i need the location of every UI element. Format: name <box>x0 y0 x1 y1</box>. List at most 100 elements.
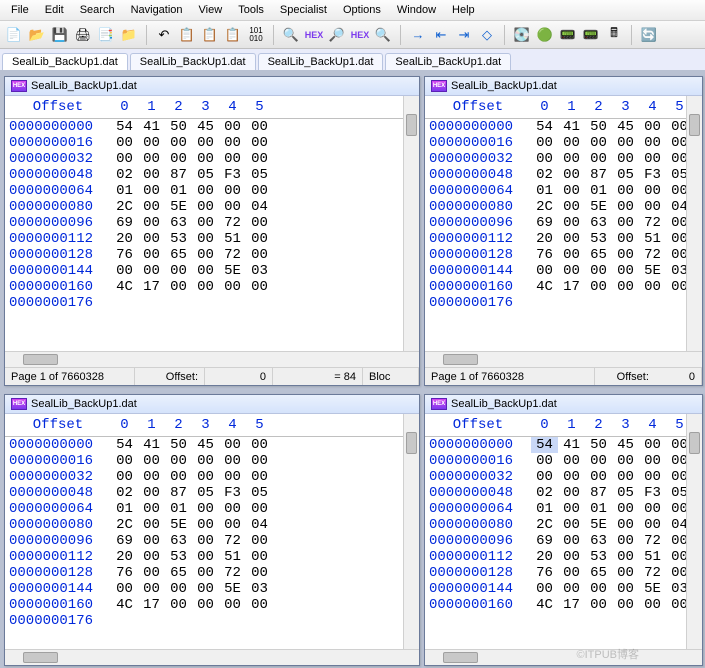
byte-cell[interactable] <box>192 295 219 311</box>
open-icon[interactable]: 📂 <box>27 25 47 45</box>
byte-cell[interactable]: 00 <box>612 231 639 247</box>
byte-cell[interactable]: 51 <box>639 231 666 247</box>
offset-cell[interactable]: 0000000048 <box>425 167 531 183</box>
offset-cell[interactable]: 0000000032 <box>425 469 531 485</box>
hex-row[interactable]: 0000000144000000005E03 <box>425 263 702 279</box>
scrollbar-thumb[interactable] <box>443 652 478 663</box>
byte-cell[interactable]: 00 <box>138 263 165 279</box>
byte-cell[interactable]: 01 <box>111 501 138 517</box>
byte-cell[interactable]: 00 <box>585 263 612 279</box>
byte-cell[interactable]: 00 <box>246 453 273 469</box>
byte-cell[interactable]: 00 <box>246 565 273 581</box>
byte-cell[interactable]: 00 <box>138 199 165 215</box>
save-icon[interactable]: 💾 <box>50 25 70 45</box>
byte-cell[interactable]: 51 <box>219 231 246 247</box>
paste-icon[interactable]: 📋 <box>223 25 243 45</box>
offset-cell[interactable]: 0000000128 <box>5 247 111 263</box>
byte-cell[interactable]: 00 <box>558 247 585 263</box>
byte-cell[interactable]: 00 <box>138 533 165 549</box>
byte-cell[interactable]: 00 <box>165 597 192 613</box>
byte-cell[interactable]: 76 <box>111 247 138 263</box>
offset-cell[interactable]: 0000000032 <box>5 469 111 485</box>
byte-cell[interactable]: 5E <box>585 517 612 533</box>
byte-cell[interactable] <box>639 295 666 311</box>
byte-cell[interactable]: 00 <box>138 135 165 151</box>
byte-cell[interactable] <box>246 613 273 629</box>
byte-cell[interactable]: 00 <box>219 183 246 199</box>
byte-cell[interactable] <box>165 613 192 629</box>
byte-cell[interactable] <box>219 295 246 311</box>
scrollbar-thumb[interactable] <box>23 652 58 663</box>
byte-cell[interactable]: 00 <box>138 231 165 247</box>
byte-cell[interactable]: 00 <box>192 247 219 263</box>
byte-cell[interactable]: 00 <box>558 549 585 565</box>
byte-cell[interactable]: 65 <box>585 565 612 581</box>
byte-cell[interactable]: 5E <box>165 517 192 533</box>
byte-cell[interactable]: 5E <box>639 263 666 279</box>
offset-cell[interactable]: 0000000128 <box>5 565 111 581</box>
byte-cell[interactable]: 00 <box>165 263 192 279</box>
hex-row[interactable]: 0000000112200053005100 <box>5 549 419 565</box>
menu-options[interactable]: Options <box>336 2 388 18</box>
byte-cell[interactable]: 05 <box>612 485 639 501</box>
byte-cell[interactable]: 63 <box>585 533 612 549</box>
menu-help[interactable]: Help <box>445 2 482 18</box>
byte-cell[interactable]: 00 <box>531 151 558 167</box>
byte-cell[interactable]: 00 <box>612 533 639 549</box>
byte-cell[interactable]: 00 <box>612 501 639 517</box>
byte-cell[interactable]: 00 <box>639 501 666 517</box>
offset-cell[interactable]: 0000000016 <box>5 453 111 469</box>
byte-cell[interactable]: 00 <box>192 215 219 231</box>
offset-cell[interactable]: 0000000160 <box>425 279 531 295</box>
byte-cell[interactable] <box>612 295 639 311</box>
byte-cell[interactable]: 00 <box>219 199 246 215</box>
pane-titlebar[interactable]: HEXSealLib_BackUp1.dat <box>5 77 419 96</box>
byte-cell[interactable]: 17 <box>558 597 585 613</box>
byte-cell[interactable]: 20 <box>111 549 138 565</box>
byte-cell[interactable]: 00 <box>612 581 639 597</box>
byte-cell[interactable]: 00 <box>165 151 192 167</box>
byte-cell[interactable]: 00 <box>192 453 219 469</box>
byte-cell[interactable]: 00 <box>192 135 219 151</box>
byte-cell[interactable]: 05 <box>612 167 639 183</box>
byte-cell[interactable]: 00 <box>558 135 585 151</box>
byte-cell[interactable]: 63 <box>165 533 192 549</box>
byte-cell[interactable]: 05 <box>246 167 273 183</box>
find-all-icon[interactable]: 🔍 <box>373 25 393 45</box>
hex-row[interactable]: 00000001604C1700000000 <box>5 279 419 295</box>
byte-cell[interactable]: 05 <box>192 167 219 183</box>
hex-row[interactable]: 0000000096690063007200 <box>5 215 419 231</box>
byte-cell[interactable]: 00 <box>558 501 585 517</box>
byte-cell[interactable]: 00 <box>219 437 246 453</box>
byte-cell[interactable] <box>585 295 612 311</box>
byte-cell[interactable]: 00 <box>111 263 138 279</box>
hex-row[interactable]: 0000000016000000000000 <box>5 135 419 151</box>
byte-cell[interactable]: 50 <box>585 119 612 135</box>
byte-cell[interactable]: 2C <box>531 199 558 215</box>
hex-row[interactable]: 0000000064010001000000 <box>425 183 702 199</box>
byte-cell[interactable]: 00 <box>531 581 558 597</box>
hex-row[interactable]: 0000000000544150450000 <box>5 437 419 453</box>
byte-cell[interactable]: 41 <box>558 437 585 453</box>
scrollbar-thumb[interactable] <box>689 432 700 454</box>
hex-row[interactable]: 0000000176 <box>425 295 702 311</box>
byte-cell[interactable]: 00 <box>612 183 639 199</box>
byte-cell[interactable]: F3 <box>219 167 246 183</box>
menu-specialist[interactable]: Specialist <box>273 2 334 18</box>
byte-cell[interactable]: 72 <box>219 215 246 231</box>
hex-row[interactable]: 0000000000544150450000 <box>425 119 702 135</box>
horizontal-scrollbar[interactable] <box>425 649 702 665</box>
byte-cell[interactable]: 54 <box>531 119 558 135</box>
byte-cell[interactable]: 00 <box>219 597 246 613</box>
offset-cell[interactable]: 0000000064 <box>5 183 111 199</box>
byte-cell[interactable]: 00 <box>612 453 639 469</box>
offset-cell[interactable]: 0000000064 <box>425 183 531 199</box>
byte-cell[interactable]: 00 <box>246 469 273 485</box>
menu-window[interactable]: Window <box>390 2 443 18</box>
byte-cell[interactable]: 87 <box>585 167 612 183</box>
byte-cell[interactable]: 00 <box>246 247 273 263</box>
byte-cell[interactable]: 00 <box>612 199 639 215</box>
byte-cell[interactable]: 00 <box>531 453 558 469</box>
hex-row[interactable]: 0000000032000000000000 <box>425 151 702 167</box>
offset-cell[interactable]: 0000000176 <box>425 295 531 311</box>
